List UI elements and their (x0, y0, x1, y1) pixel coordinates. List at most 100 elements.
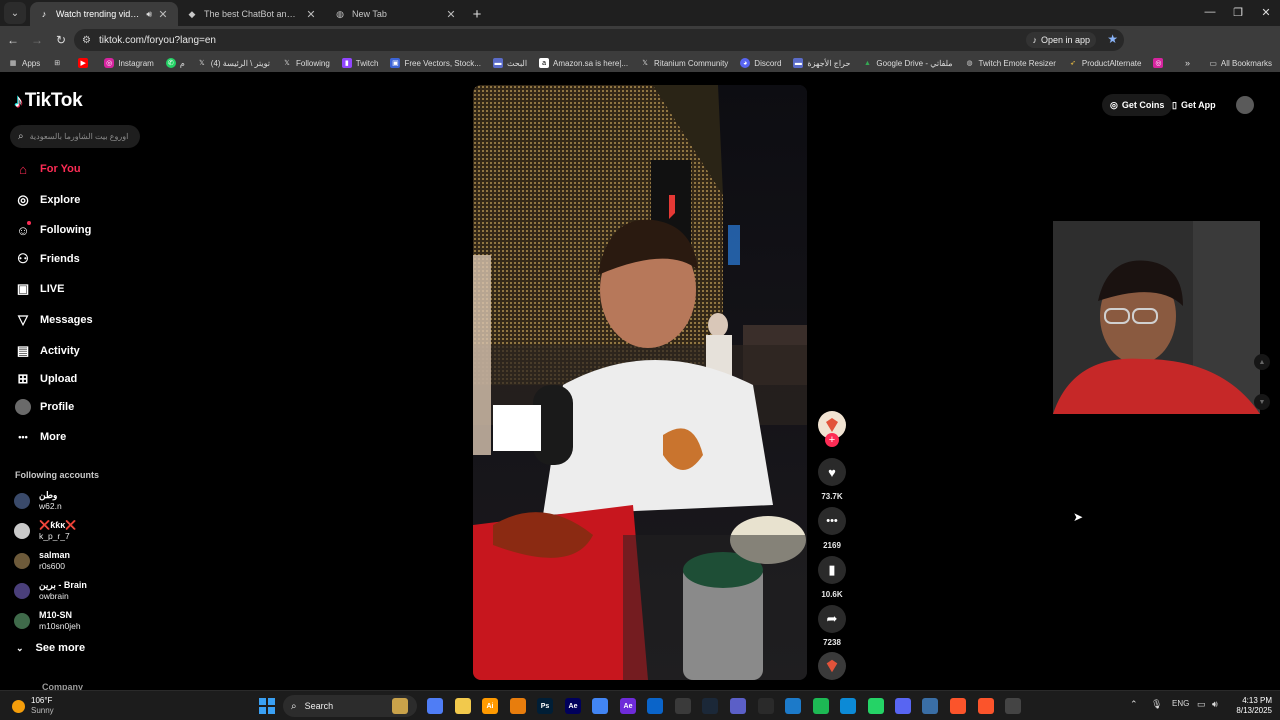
bookmark-instagram-2[interactable]: ◎ (1153, 58, 1167, 68)
address-bar[interactable]: ⚙︎ tiktok.com/foryou?lang=en ♪ Open in a… (74, 29, 1124, 51)
close-tab-icon[interactable]: ✕ (304, 8, 318, 21)
davinci-icon[interactable] (758, 698, 774, 714)
follow-plus-button[interactable]: + (825, 433, 839, 447)
bookmarks-overflow-icon[interactable]: » (1185, 54, 1190, 72)
sidebar-item-messages[interactable]: ▽ Messages (14, 309, 93, 331)
bookmark-grid[interactable]: ⊞ (52, 58, 66, 68)
bookmark-google-drive[interactable]: ▲ Google Drive - ملفاتي (862, 58, 953, 68)
bookmark-free-vectors[interactable]: ▣ Free Vectors, Stock... (390, 58, 481, 68)
search-input[interactable]: ⌕ اوروع بيت الشاورما بالسعودية (10, 125, 140, 148)
steam-icon[interactable] (702, 698, 718, 714)
new-tab-button[interactable]: + (466, 3, 488, 25)
microphone-icon[interactable]: 🎙︎ (1151, 699, 1162, 710)
screen-snip-icon[interactable] (922, 698, 938, 714)
following-account-item[interactable]: وطن w62.n (14, 490, 62, 512)
outlook-icon[interactable] (647, 698, 663, 714)
tab-new-tab[interactable]: ◍ New Tab ✕ (326, 2, 466, 26)
display-icon[interactable]: ▭ (1197, 699, 1206, 710)
bookmark-following[interactable]: 𝕏 Following (282, 58, 330, 68)
following-account-item[interactable]: M10-SN m10sn0jeh (14, 610, 81, 632)
after-effects-icon[interactable]: Ae (565, 698, 581, 714)
illustrator-icon[interactable]: Ai (482, 698, 498, 714)
bookmark-search-ar[interactable]: ▬ البحث (492, 58, 527, 68)
language-indicator[interactable]: ENG (1172, 699, 1189, 708)
sidebar-item-for-you[interactable]: ⌂ For You (14, 158, 80, 180)
bookmark-discord[interactable]: ◕ Discord (740, 58, 781, 68)
tiktok-logo[interactable]: ♪ TikTok (14, 90, 83, 112)
adobe-express-icon[interactable]: Ae (620, 698, 636, 714)
bookmark-youtube[interactable]: ▶ (78, 58, 92, 68)
following-account-item[interactable]: salman r0s600 (14, 550, 70, 572)
comment-button[interactable]: ••• (818, 507, 846, 535)
sidebar-item-explore[interactable]: ◎ Explore (14, 189, 80, 211)
app-store-icon[interactable] (785, 698, 801, 714)
like-button[interactable]: ♥ (818, 458, 846, 486)
tab-search-icon[interactable]: ⌄ (4, 2, 26, 24)
open-in-app-button[interactable]: ♪ Open in app (1026, 32, 1096, 48)
next-video-icon[interactable]: ▼ (1254, 394, 1270, 410)
bookmark-ritanium[interactable]: 𝕏 Ritanium Community (640, 58, 728, 68)
close-tab-icon[interactable]: ✕ (444, 8, 458, 21)
sidebar-item-following[interactable]: ☺ Following (14, 219, 91, 241)
speaker-icon[interactable]: 🔊︎ (146, 9, 152, 20)
bookmark-star-icon[interactable]: ★ (1107, 32, 1118, 46)
forward-icon[interactable]: → (26, 29, 48, 51)
copilot-icon[interactable] (427, 698, 443, 714)
settings-gear-icon[interactable] (1005, 698, 1021, 714)
save-button[interactable]: ▮ (818, 556, 846, 584)
bookmark-apps[interactable]: ▦ Apps (8, 58, 41, 68)
discord-tray-icon[interactable] (895, 698, 911, 714)
brave-browser-icon[interactable] (950, 698, 966, 714)
see-more-button[interactable]: ⌄ See more (16, 642, 85, 654)
video-player[interactable] (473, 85, 807, 680)
tab-chatbot[interactable]: ◆ The best ChatBot and Widgets ✕ (178, 2, 326, 26)
share-button[interactable]: ➦ (818, 605, 846, 633)
bookmark-amazon[interactable]: a Amazon.sa is here|... (539, 58, 628, 68)
all-bookmarks-button[interactable]: ▭ All Bookmarks (1209, 54, 1272, 72)
minimize-icon[interactable]: — (1196, 0, 1224, 24)
spotify-icon[interactable] (813, 698, 829, 714)
sidebar-item-live[interactable]: ▣ LIVE (14, 278, 65, 300)
explorer-photos-icon[interactable] (392, 698, 408, 714)
reload-icon[interactable]: ↻ (50, 29, 72, 51)
obs-icon[interactable] (675, 698, 691, 714)
sidebar-item-activity[interactable]: ▤ Activity (14, 340, 80, 362)
blender-icon[interactable] (510, 698, 526, 714)
bookmark-twitch[interactable]: ▮ Twitch (341, 58, 378, 68)
photoshop-icon[interactable]: Ps (537, 698, 553, 714)
chrome-icon[interactable] (592, 698, 608, 714)
music-disc-button[interactable] (818, 652, 846, 680)
windows-start-icon[interactable] (259, 698, 275, 714)
get-coins-button[interactable]: ◎ Get Coins (1102, 94, 1173, 116)
following-account-item[interactable]: برين - Brain owbrain (14, 580, 87, 602)
get-app-button[interactable]: ▯ Get App (1172, 94, 1216, 116)
back-icon[interactable]: ← (2, 29, 24, 51)
edge-icon[interactable] (840, 698, 856, 714)
site-settings-icon[interactable]: ⚙︎ (82, 35, 91, 46)
whatsapp-icon[interactable] (868, 698, 884, 714)
volume-icon[interactable]: 🔊︎ (1212, 699, 1218, 710)
tray-overflow-icon[interactable]: ⌃ (1130, 699, 1138, 710)
sidebar-item-friends[interactable]: ⚇ Friends (14, 248, 80, 270)
taskbar-clock[interactable]: 4:13 PM 8/13/2025 (1228, 696, 1272, 716)
bookmark-whatsapp[interactable]: ✆ م (165, 58, 185, 68)
close-window-icon[interactable]: ✕ (1252, 0, 1280, 24)
bookmark-emote-resizer[interactable]: ◍ Twitch Emote Resizer (965, 58, 1055, 68)
close-tab-icon[interactable]: ✕ (156, 8, 170, 21)
sidebar-item-more[interactable]: ••• More (14, 426, 66, 448)
bookmark-instagram[interactable]: ◎ Instagram (104, 58, 154, 68)
weather-widget[interactable]: 106°F Sunny (12, 696, 54, 716)
brave-icon[interactable] (978, 698, 994, 714)
bookmark-twitter-home[interactable]: 𝕏 تويتر \ الرئيسة (4) (197, 58, 270, 68)
teams-icon[interactable] (730, 698, 746, 714)
user-avatar[interactable] (1236, 96, 1254, 114)
company-link[interactable]: Company (42, 682, 83, 690)
maximize-icon[interactable]: ❐ (1224, 0, 1252, 24)
tab-tiktok[interactable]: ♪ Watch trending videos for y 🔊︎ ✕ (30, 2, 178, 26)
bookmark-haraj[interactable]: ▬ حراج الأجهزة (793, 58, 850, 68)
following-account-item[interactable]: ❌ƙƙĸ❌ k_p_r_7 (14, 520, 76, 542)
previous-video-icon[interactable]: ▲ (1254, 354, 1270, 370)
sidebar-item-profile[interactable]: Profile (14, 396, 74, 418)
file-explorer-icon[interactable] (455, 698, 471, 714)
sidebar-item-upload[interactable]: ⊞ Upload (14, 368, 78, 390)
